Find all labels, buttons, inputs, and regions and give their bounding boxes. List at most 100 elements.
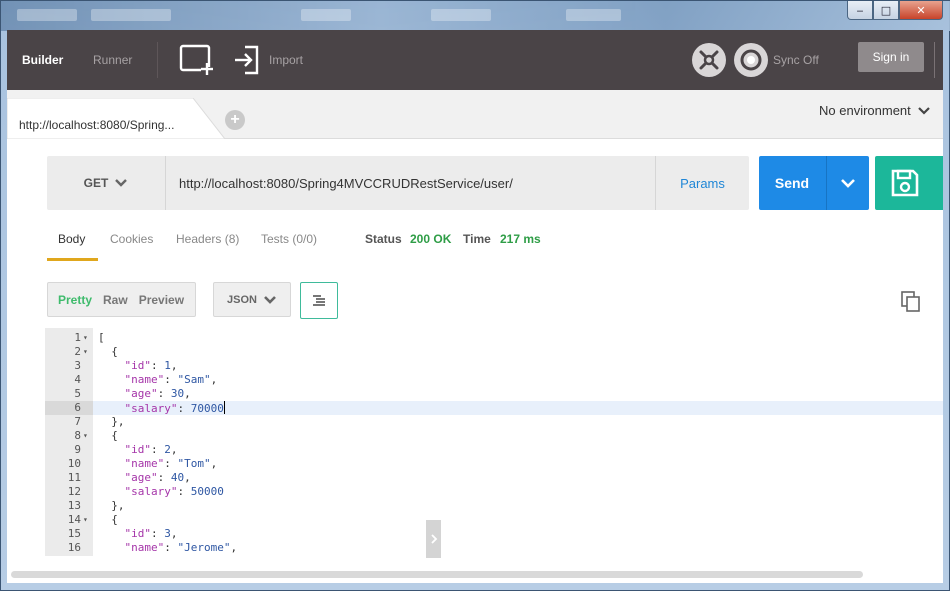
request-tab[interactable]: http://localhost:8080/Spring... xyxy=(7,98,226,139)
fold-toggle-icon[interactable]: ▾ xyxy=(83,331,88,345)
chevron-down-icon xyxy=(918,106,930,115)
code-text: "name": "Sam", xyxy=(98,373,218,387)
save-button[interactable] xyxy=(875,156,943,210)
toolbar-divider xyxy=(934,42,935,78)
code-line: 16 "name": "Jerome", xyxy=(45,541,943,555)
code-text: "salary": 70000 xyxy=(98,401,225,416)
pane-collapse-handle[interactable] xyxy=(426,520,441,558)
top-toolbar: Builder Runner Import Sync Off Sign in xyxy=(7,30,943,90)
maximize-button[interactable]: □ xyxy=(873,1,899,20)
sign-in-button[interactable]: Sign in xyxy=(858,42,924,72)
runner-tab[interactable]: Runner xyxy=(93,30,132,90)
close-window-button[interactable]: ✕ xyxy=(899,1,943,20)
code-token: 1 xyxy=(164,359,171,372)
wrap-lines-button[interactable] xyxy=(300,282,338,319)
code-token: : xyxy=(157,387,171,400)
add-tab-button[interactable]: + xyxy=(225,110,245,130)
code-text: "salary": 50000 xyxy=(98,485,224,499)
code-token: [ xyxy=(98,331,105,344)
fold-toggle-icon[interactable]: ▾ xyxy=(83,429,88,443)
tab-body[interactable]: Body xyxy=(58,232,85,246)
code-token: 2 xyxy=(164,443,171,456)
code-token: : xyxy=(164,457,178,470)
code-token: "age" xyxy=(124,387,158,400)
code-token: : xyxy=(151,443,165,456)
code-token: , xyxy=(210,373,218,386)
minimize-button[interactable]: ‒ xyxy=(847,1,873,20)
view-mode-group: Pretty Raw Preview xyxy=(47,282,196,317)
builder-tab[interactable]: Builder xyxy=(22,30,63,90)
code-token: "name" xyxy=(124,373,165,386)
tab-tests[interactable]: Tests (0/0) xyxy=(261,232,317,246)
code-line: 7 }, xyxy=(45,415,943,429)
line-number: 7 xyxy=(74,415,81,428)
code-line: 14 ▾ { xyxy=(45,513,943,527)
view-preview-button[interactable]: Preview xyxy=(139,293,184,307)
params-button[interactable]: Params xyxy=(655,156,749,210)
code-token: : xyxy=(157,471,171,484)
interceptor-button[interactable] xyxy=(692,43,726,77)
code-text: "age": 40, xyxy=(98,471,191,485)
sync-button[interactable] xyxy=(734,43,768,77)
code-token: , xyxy=(170,527,178,540)
view-raw-button[interactable]: Raw xyxy=(103,293,128,307)
view-pretty-button[interactable]: Pretty xyxy=(58,293,92,307)
tab-headers[interactable]: Headers (8) xyxy=(176,232,239,246)
code-token: 3 xyxy=(164,527,171,540)
code-token: }, xyxy=(98,499,125,512)
line-number: 3 xyxy=(74,359,81,372)
code-token: , xyxy=(170,443,178,456)
response-body-editor[interactable]: 1 ▾[2 ▾ {3 "id": 1, 4 "name": "Sam", 5 "age"… xyxy=(45,328,943,556)
chevron-down-icon xyxy=(264,295,276,304)
code-token: 70000 xyxy=(190,402,224,415)
fold-toggle-icon[interactable]: ▾ xyxy=(83,345,88,359)
window-controls: ‒ □ ✕ xyxy=(847,1,943,20)
code-text: "name": "Jerome", xyxy=(98,541,238,555)
title-bar-blur xyxy=(17,9,77,21)
title-bar-blur xyxy=(91,9,171,21)
send-options-button[interactable] xyxy=(827,156,869,210)
line-number: 4 xyxy=(74,373,81,386)
code-token: : xyxy=(177,485,191,498)
request-bar: GET http://localhost:8080/Spring4MVCCRUD… xyxy=(47,156,749,210)
horizontal-scrollbar[interactable] xyxy=(11,571,863,578)
code-token: "salary" xyxy=(124,485,178,498)
active-tab-indicator xyxy=(47,258,98,261)
line-number: 16 xyxy=(67,541,81,554)
url-input[interactable]: http://localhost:8080/Spring4MVCCRUDRest… xyxy=(179,156,513,210)
text-cursor xyxy=(223,401,225,414)
method-select[interactable]: GET xyxy=(47,156,166,210)
send-label: Send xyxy=(774,175,810,191)
method-label: GET xyxy=(83,176,109,190)
code-line: 6 "salary": 70000 xyxy=(45,401,943,415)
code-line: 3 "id": 1, xyxy=(45,359,943,373)
environment-label: No environment xyxy=(819,103,911,118)
code-text: { xyxy=(98,513,118,527)
code-token: , xyxy=(170,359,178,372)
new-tab-icon[interactable] xyxy=(179,44,215,76)
copy-icon[interactable] xyxy=(899,290,923,314)
toolbar-divider xyxy=(157,42,158,78)
code-token: }, xyxy=(98,415,125,428)
code-text: { xyxy=(98,345,118,359)
send-button[interactable]: Send xyxy=(759,156,869,210)
code-token: "Sam" xyxy=(177,373,211,386)
import-button[interactable]: Import xyxy=(269,30,303,90)
code-line: 5 "age": 30, xyxy=(45,387,943,401)
sync-icon xyxy=(740,49,762,71)
title-bar[interactable] xyxy=(1,1,950,31)
fold-toggle-icon[interactable]: ▾ xyxy=(83,513,88,527)
tab-cookies[interactable]: Cookies xyxy=(110,232,153,246)
code-line: 1 ▾[ xyxy=(45,331,943,345)
environment-select[interactable]: No environment xyxy=(819,103,931,118)
code-token: , xyxy=(184,387,191,400)
format-select[interactable]: JSON xyxy=(213,282,291,317)
import-icon[interactable] xyxy=(233,44,261,76)
code-token: "salary" xyxy=(124,402,178,415)
code-token: "Tom" xyxy=(177,457,211,470)
